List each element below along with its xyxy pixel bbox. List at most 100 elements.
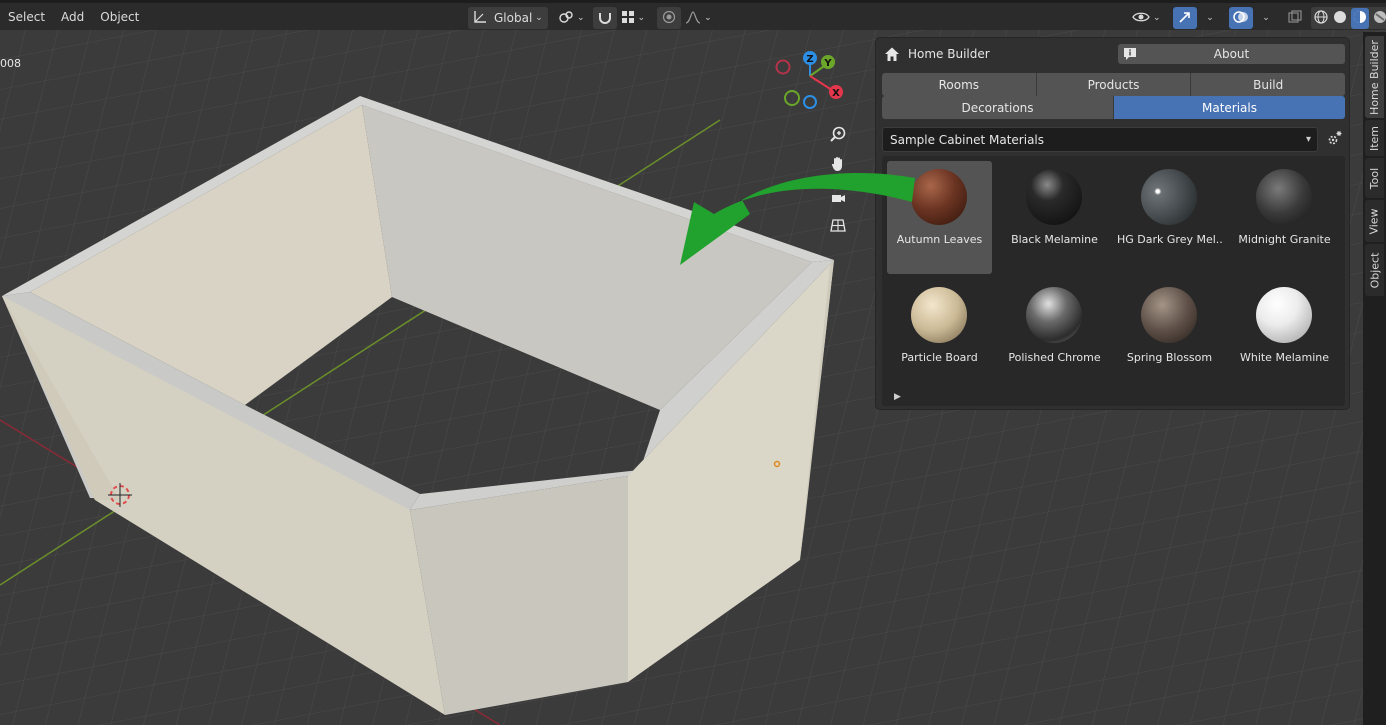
orientation-icon bbox=[472, 9, 488, 28]
tab-row-secondary: Decorations Materials bbox=[882, 96, 1345, 119]
gizmo-toggle[interactable] bbox=[1172, 7, 1197, 29]
gizmo-arrow-icon bbox=[1178, 10, 1192, 27]
sidebar-tab-home-builder[interactable]: Home Builder bbox=[1365, 36, 1384, 118]
shading-modes[interactable] bbox=[1310, 7, 1386, 29]
material-item-hg-dark-grey[interactable]: HG Dark Grey Mel... bbox=[1117, 161, 1222, 274]
chevron-down-icon: ▾ bbox=[1305, 134, 1311, 145]
snap-target-dropdown[interactable]: ⌄ bbox=[616, 7, 650, 29]
material-sphere-icon bbox=[1256, 169, 1312, 225]
material-item-midnight-granite[interactable]: Midnight Granite bbox=[1232, 161, 1337, 274]
tab-rooms[interactable]: Rooms bbox=[882, 73, 1037, 96]
svg-text:X: X bbox=[832, 88, 840, 99]
svg-text:Y: Y bbox=[823, 58, 832, 69]
chevron-down-icon: ⌄ bbox=[535, 13, 543, 23]
material-sphere-icon bbox=[1026, 169, 1082, 225]
chevron-down-icon: ⌄ bbox=[704, 13, 712, 23]
svg-text:Z: Z bbox=[806, 54, 813, 65]
magnet-icon bbox=[597, 9, 613, 28]
material-preview-icon[interactable] bbox=[1351, 7, 1370, 29]
proportional-edit-icon bbox=[662, 10, 676, 27]
menu-add[interactable]: Add bbox=[53, 5, 92, 29]
visibility-dropdown[interactable]: ⌄ bbox=[1128, 7, 1165, 29]
eye-icon bbox=[1132, 10, 1150, 27]
material-sphere-icon bbox=[1141, 169, 1197, 225]
sidebar-tab-label: Object bbox=[1368, 252, 1382, 288]
falloff-dropdown[interactable]: ⌄ bbox=[681, 7, 716, 29]
zoom-icon[interactable] bbox=[825, 121, 851, 147]
wireframe-shading-icon[interactable] bbox=[1313, 9, 1329, 28]
falloff-curve-icon bbox=[685, 10, 701, 27]
menu-select[interactable]: Select bbox=[0, 5, 53, 29]
material-item-white-melamine[interactable]: White Melamine bbox=[1232, 279, 1337, 392]
material-sphere-icon bbox=[911, 287, 967, 343]
sidebar-tab-item[interactable]: Item bbox=[1365, 120, 1384, 156]
overlays-dropdown[interactable]: ⌄ bbox=[1252, 7, 1277, 29]
sidebar-tab-tool[interactable]: Tool bbox=[1365, 158, 1384, 198]
material-library-select[interactable]: Sample Cabinet Materials ▾ bbox=[882, 127, 1318, 152]
pan-hand-icon[interactable] bbox=[825, 151, 851, 177]
rendered-shading-icon[interactable] bbox=[1372, 9, 1386, 28]
material-grid: Autumn Leaves Black Melamine HG Dark Gre… bbox=[882, 156, 1345, 406]
frame-label: 008 bbox=[0, 57, 21, 70]
chevron-down-icon: ⌄ bbox=[1206, 13, 1214, 23]
sidebar-tab-view[interactable]: View bbox=[1365, 200, 1384, 242]
about-label: About bbox=[1213, 47, 1250, 61]
snap-grid-icon bbox=[621, 10, 635, 27]
material-name: HG Dark Grey Mel... bbox=[1117, 233, 1222, 246]
neg-x-axis-icon bbox=[775, 59, 791, 75]
material-sphere-icon bbox=[1256, 287, 1312, 343]
gear-sparkle-icon bbox=[1326, 129, 1344, 150]
sidebar-tab-label: View bbox=[1368, 207, 1382, 235]
neg-z-axis-icon bbox=[803, 95, 817, 109]
perspective-grid-icon[interactable] bbox=[825, 212, 851, 238]
chevron-down-icon: ⌄ bbox=[577, 13, 585, 23]
orientation-label: Global bbox=[494, 11, 533, 25]
material-item-polished-chrome[interactable]: Polished Chrome bbox=[1002, 279, 1107, 392]
material-sphere-icon bbox=[911, 169, 967, 225]
material-library-value: Sample Cabinet Materials bbox=[890, 132, 1045, 147]
home-builder-panel: Home Builder About Rooms Products Build … bbox=[875, 37, 1350, 410]
transform-orientation-dropdown[interactable]: Global ⌄ bbox=[468, 7, 548, 29]
sidebar-tabs: Home Builder Item Tool View Object bbox=[1363, 32, 1386, 725]
viewport-header: Select Add Object Global ⌄ ⌄ ⌄ ⌄ ⌄ ⌄ ⌄ bbox=[0, 0, 1386, 30]
overlays-toggle[interactable] bbox=[1228, 7, 1253, 29]
material-item-autumn-leaves[interactable]: Autumn Leaves bbox=[887, 161, 992, 274]
solid-shading-icon[interactable] bbox=[1332, 9, 1348, 28]
material-name: Polished Chrome bbox=[1008, 351, 1101, 364]
tab-row-main: Rooms Products Build bbox=[882, 73, 1346, 96]
sidebar-tab-label: Tool bbox=[1368, 167, 1381, 189]
panel-title: Home Builder bbox=[908, 47, 990, 61]
material-name: Midnight Granite bbox=[1238, 233, 1331, 246]
menu-object[interactable]: Object bbox=[92, 5, 147, 29]
sidebar-tab-object[interactable]: Object bbox=[1365, 244, 1384, 296]
gizmo-dropdown[interactable]: ⌄ bbox=[1196, 7, 1221, 29]
material-name: Black Melamine bbox=[1011, 233, 1098, 246]
material-item-spring-blossom[interactable]: Spring Blossom bbox=[1117, 279, 1222, 392]
proportional-edit-toggle[interactable] bbox=[657, 7, 682, 29]
about-button[interactable]: About bbox=[1118, 44, 1345, 64]
material-name: Spring Blossom bbox=[1126, 351, 1213, 364]
xray-icon bbox=[1287, 9, 1302, 27]
material-item-black-melamine[interactable]: Black Melamine bbox=[1002, 161, 1107, 274]
expand-arrow-icon[interactable]: ▶ bbox=[894, 392, 901, 402]
tab-products[interactable]: Products bbox=[1036, 73, 1192, 96]
navigation-gizmo[interactable]: Z Y X bbox=[770, 46, 850, 116]
material-name: Autumn Leaves bbox=[896, 233, 983, 246]
pivot-point-dropdown[interactable]: ⌄ bbox=[554, 7, 589, 29]
library-settings-button[interactable] bbox=[1324, 127, 1346, 152]
tab-materials[interactable]: Materials bbox=[1114, 96, 1345, 119]
material-item-particle-board[interactable]: Particle Board bbox=[887, 279, 992, 392]
xray-toggle[interactable] bbox=[1282, 7, 1307, 29]
chevron-down-icon: ⌄ bbox=[1262, 13, 1270, 23]
material-name: White Melamine bbox=[1239, 351, 1330, 364]
material-sphere-icon bbox=[1141, 287, 1197, 343]
tab-decorations[interactable]: Decorations bbox=[882, 96, 1114, 119]
snap-toggle[interactable] bbox=[592, 7, 617, 29]
neg-y-axis-icon bbox=[784, 90, 800, 106]
info-icon bbox=[1122, 46, 1138, 62]
camera-icon[interactable] bbox=[825, 185, 851, 211]
sidebar-tab-label: Item bbox=[1368, 125, 1382, 151]
material-sphere-icon bbox=[1026, 287, 1082, 343]
tab-build[interactable]: Build bbox=[1191, 73, 1346, 96]
pivot-icon bbox=[558, 9, 574, 28]
